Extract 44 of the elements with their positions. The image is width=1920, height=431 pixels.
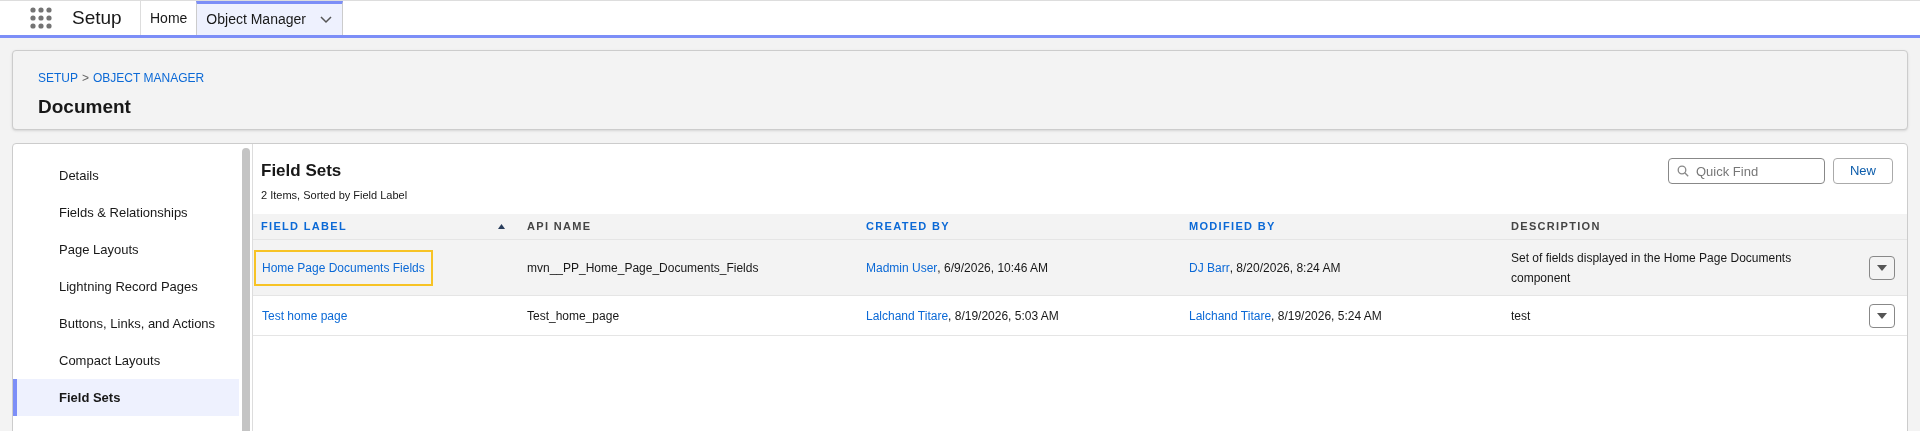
- column-header[interactable]: MODIFIED BY: [1181, 214, 1489, 239]
- sidebar-item[interactable]: Details: [13, 157, 239, 194]
- row-actions-button[interactable]: [1869, 303, 1895, 328]
- row-actions-button[interactable]: [1869, 255, 1895, 280]
- user-link[interactable]: DJ Barr: [1189, 258, 1230, 277]
- field-label-link[interactable]: Home Page Documents Fields: [254, 249, 433, 286]
- search-field[interactable]: Quick Find: [1668, 158, 1825, 184]
- table-cell: mvn__PP_Home_Page_Documents_Fields: [527, 260, 759, 275]
- date-text: , 8/19/2026, 5:24 AM: [1271, 307, 1382, 325]
- new-button[interactable]: New: [1833, 158, 1893, 184]
- sidebar-item[interactable]: Buttons, Links, and Actions: [13, 305, 239, 342]
- app-launcher-icon[interactable]: [30, 7, 52, 29]
- table-cell-text: Set of fields displayed in the Home Page Documents component: [1511, 249, 1793, 287]
- sidebar-item[interactable]: Field Sets: [13, 379, 239, 416]
- search-icon: [1677, 165, 1689, 177]
- sidebar-item[interactable]: Compact Layouts: [13, 342, 239, 379]
- table-cell: Test_home_page: [527, 308, 620, 323]
- table-row[interactable]: Home Page Documents Fields mvn__PP_Home_Page_Documents_Fields Madmin User, 6/9/2026, 10:46 AM DJ Barr, 8/20/2026, 8:24 AM Set of fields displayed in the Home Page Documents component: [253, 240, 1907, 296]
- column-header[interactable]: CREATED BY: [858, 214, 1167, 239]
- caret-icon: [319, 15, 332, 24]
- dropdown-icon: [1877, 312, 1887, 319]
- section-subtitle: 2 Items, Sorted by Field Label: [261, 187, 408, 203]
- user-link[interactable]: Madmin User: [866, 258, 938, 277]
- column-header[interactable]: FIELD LABEL: [253, 214, 505, 239]
- app-title: Setup: [72, 5, 122, 30]
- scrollbar[interactable]: [241, 148, 250, 431]
- nav-tab[interactable]: Object Manager: [196, 1, 344, 35]
- sort-arrow-icon: [498, 224, 505, 229]
- section-title: Field Sets: [261, 160, 343, 182]
- dropdown-icon: [1877, 264, 1887, 271]
- column-header[interactable]: DESCRIPTION: [1503, 214, 1893, 239]
- date-text: , 8/20/2026, 8:24 AM: [1229, 259, 1341, 277]
- sidebar-item[interactable]: Page Layouts: [13, 231, 239, 268]
- breadcrumb[interactable]: SETUP: [38, 69, 78, 87]
- sidebar-item[interactable]: Lightning Record Pages: [13, 268, 239, 305]
- date-text: , 6/9/2026, 10:46 AM: [937, 259, 1049, 277]
- sidebar-item[interactable]: Fields & Relationships: [13, 194, 239, 231]
- breadcrumb[interactable]: OBJECT MANAGER: [93, 69, 205, 87]
- date-text: , 8/19/2026, 5:03 AM: [948, 307, 1059, 325]
- table-cell-text: test: [1511, 307, 1532, 325]
- field-label-link[interactable]: Test home page: [254, 297, 356, 334]
- page-title: Document: [38, 95, 132, 119]
- breadcrumb: >: [82, 70, 90, 87]
- column-header[interactable]: API NAME: [519, 214, 844, 239]
